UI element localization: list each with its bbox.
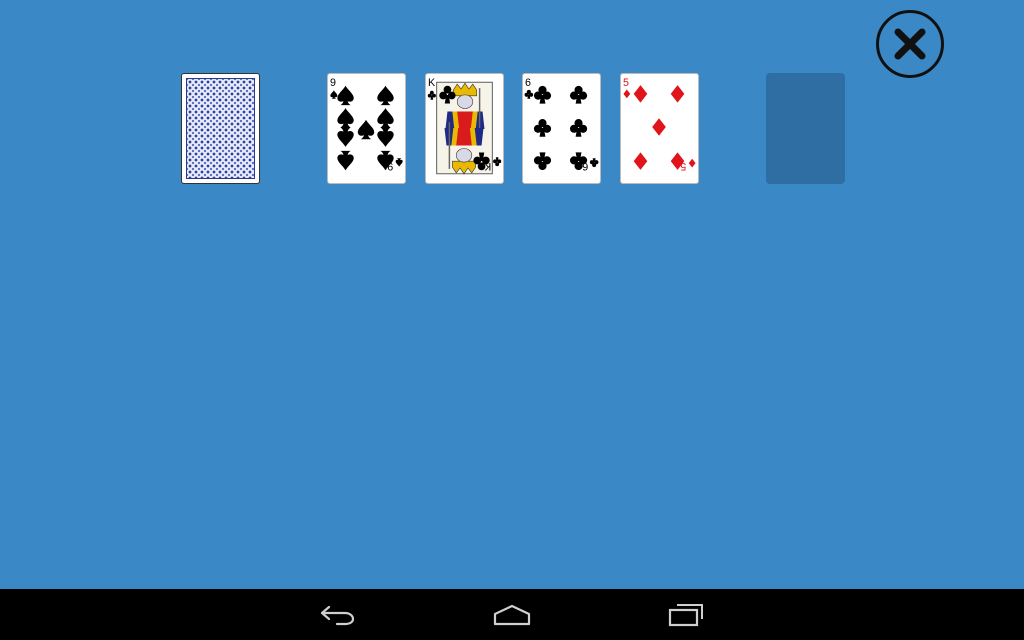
- rank-top: 5: [623, 77, 629, 89]
- recent-apps-button[interactable]: [661, 599, 711, 631]
- card-6-clubs[interactable]: 6 6: [522, 73, 601, 184]
- card-9-spades[interactable]: 9 9: [327, 73, 406, 184]
- card-face-9-spades: 9 9: [330, 77, 403, 172]
- card-face-5-diamonds: 5 5: [623, 77, 696, 172]
- rank-top: 6: [525, 77, 531, 89]
- close-icon: [894, 28, 926, 60]
- rank-bottom: 6: [582, 160, 588, 172]
- system-nav-bar: [0, 589, 1024, 640]
- home-button[interactable]: [487, 599, 537, 631]
- rank-bottom: 9: [387, 160, 393, 172]
- recent-apps-icon: [668, 604, 703, 627]
- card-back-pattern: [186, 78, 255, 179]
- close-button[interactable]: [876, 10, 944, 78]
- back-button[interactable]: [313, 599, 363, 631]
- card-face-k-clubs: K K: [427, 77, 502, 175]
- rank-bottom: 5: [680, 160, 686, 172]
- rank-top: K: [428, 77, 436, 89]
- back-arrow-icon: [320, 605, 355, 626]
- rank-top: 9: [330, 77, 336, 89]
- empty-card-slot[interactable]: [766, 73, 845, 184]
- card-face-6-clubs: 6 6: [524, 77, 599, 172]
- rank-bottom: K: [483, 160, 491, 172]
- home-icon: [493, 604, 531, 626]
- stock-pile[interactable]: [181, 73, 260, 184]
- card-5-diamonds[interactable]: 5 5: [620, 73, 699, 184]
- game-table: 9 9 K K 6 6 5 5: [0, 0, 1024, 589]
- card-k-clubs[interactable]: K K: [425, 73, 504, 184]
